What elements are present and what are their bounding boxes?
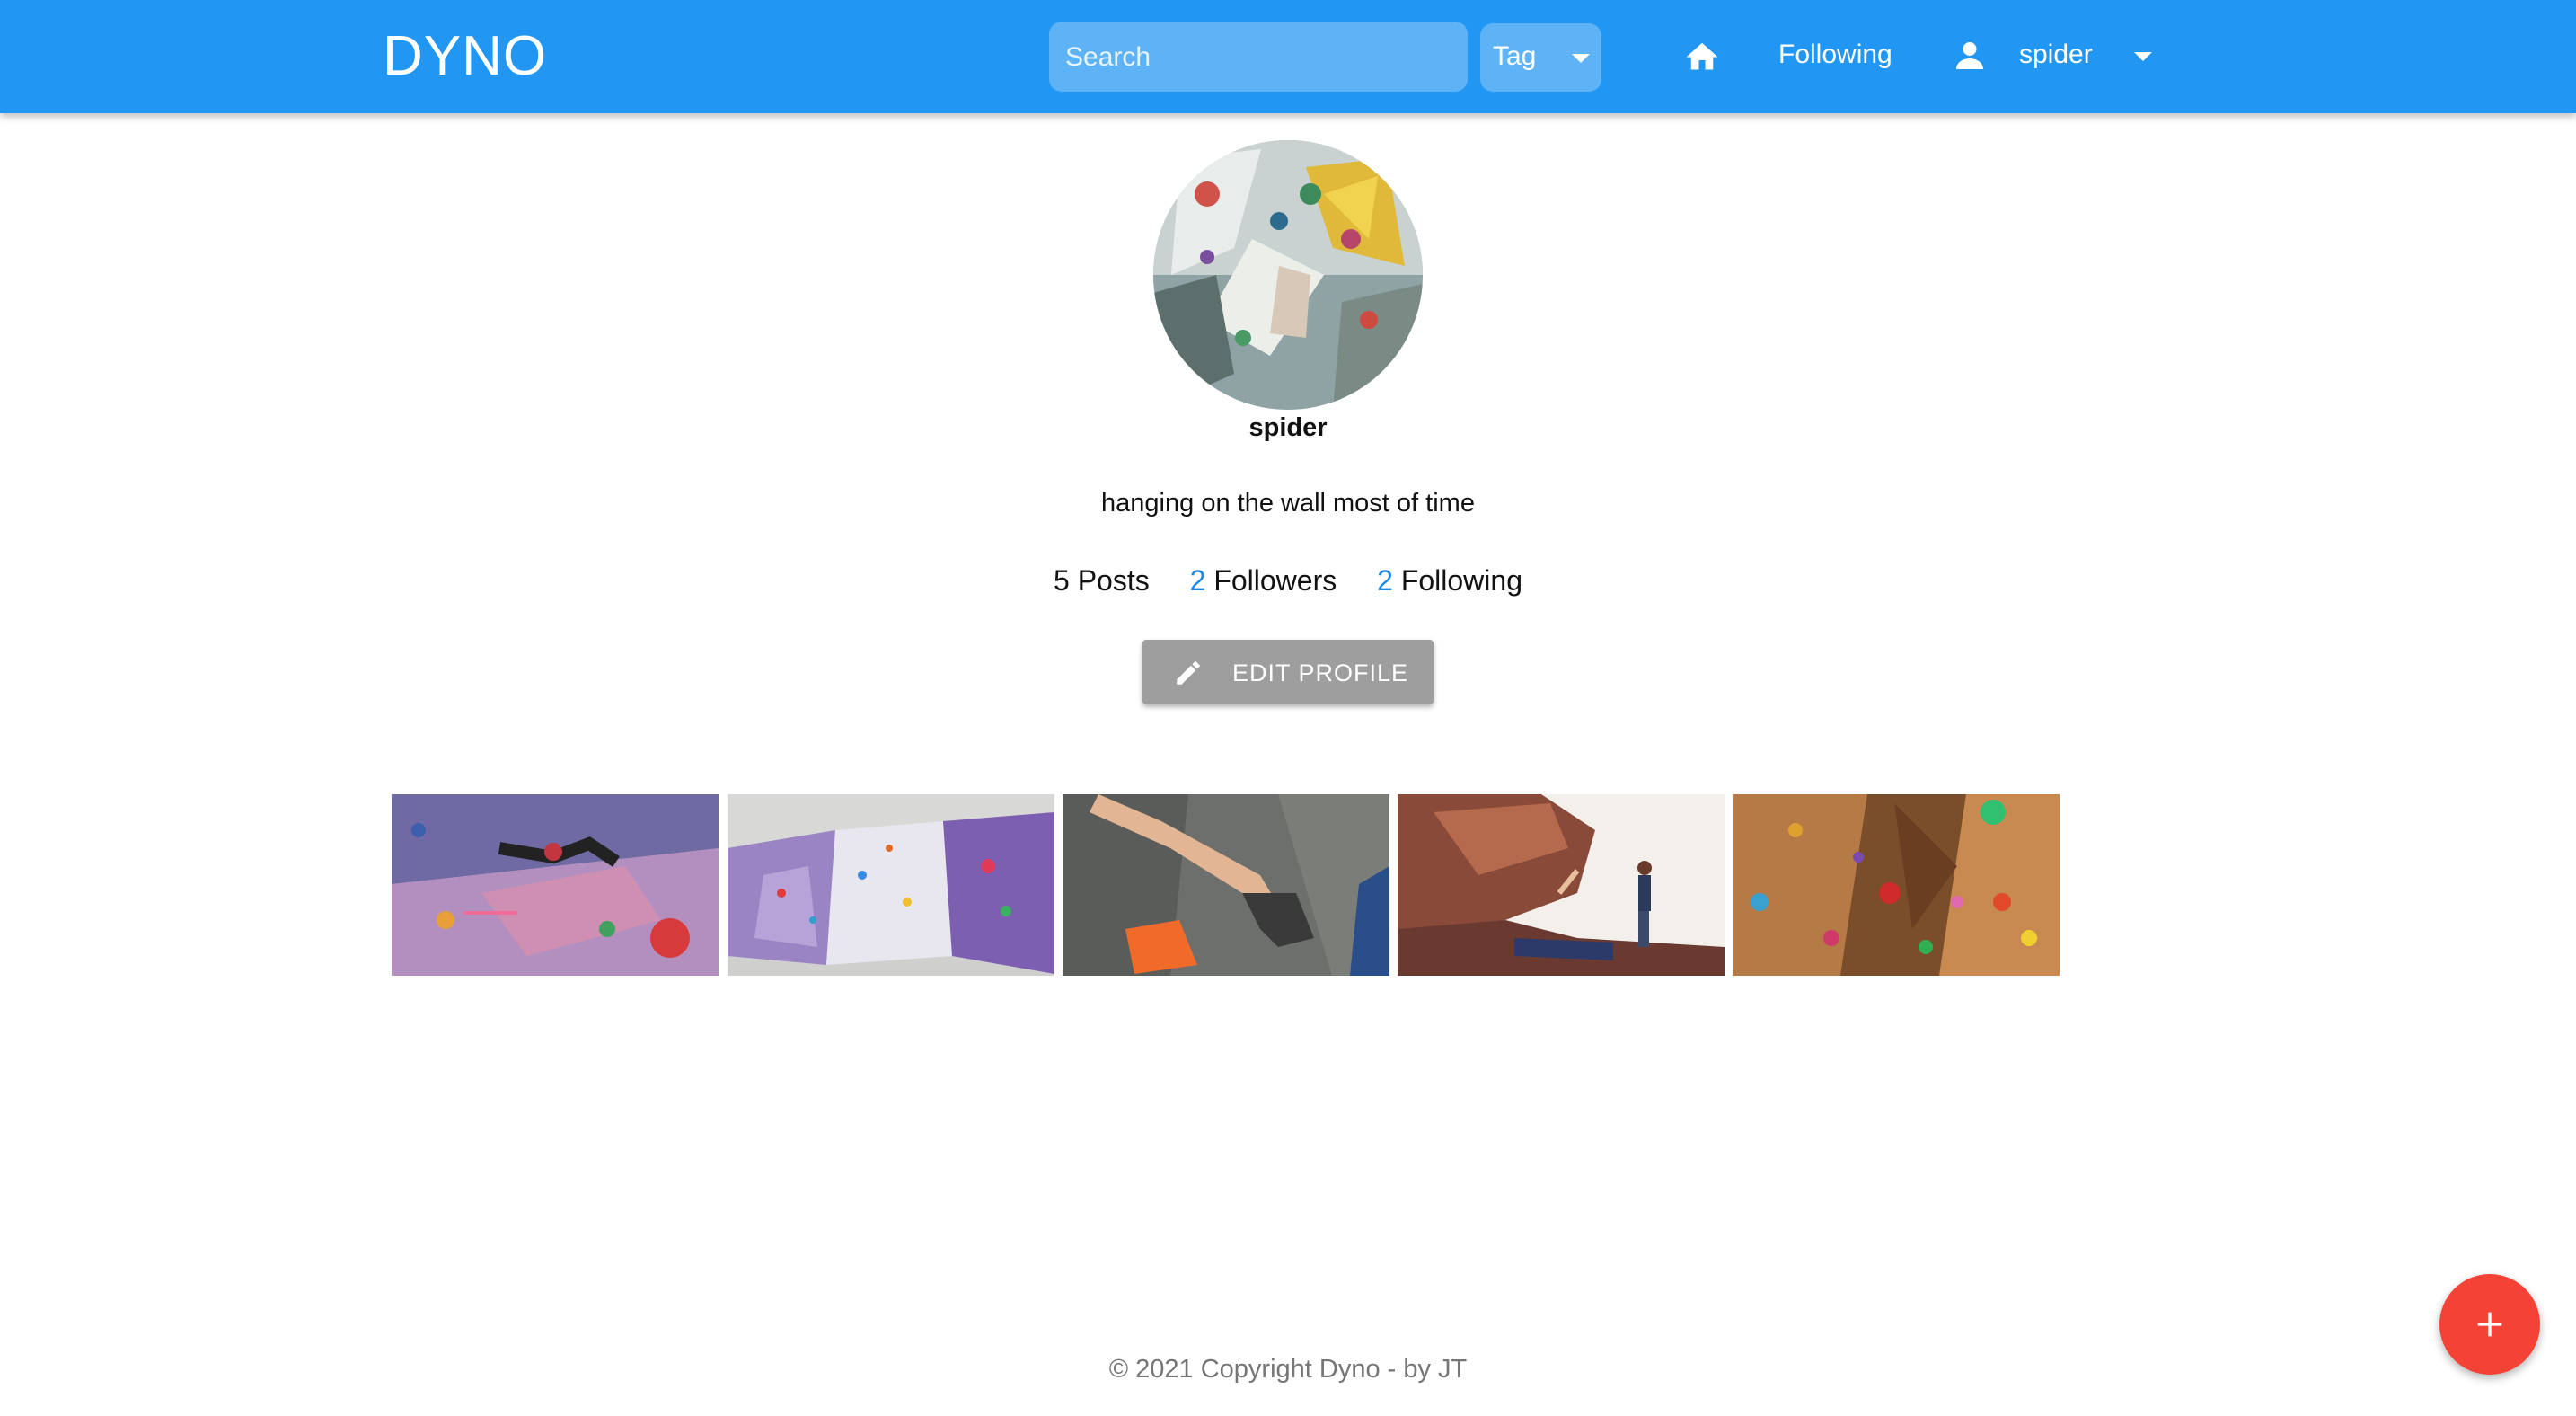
brand-logo[interactable]: DYNO	[383, 23, 547, 90]
profile-stats: 5 Posts 2 Followers 2 Following	[0, 564, 2576, 597]
chevron-down-icon[interactable]	[2134, 52, 2152, 61]
plus-icon	[2477, 1312, 2502, 1337]
search-field[interactable]	[1049, 22, 1471, 93]
edit-profile-label: EDIT PROFILE	[1232, 659, 1409, 686]
post-thumbnail[interactable]	[392, 794, 719, 976]
post-thumbnail[interactable]	[1733, 794, 2060, 976]
posts-label: Posts	[1077, 564, 1150, 597]
footer-copyright: © 2021 Copyright Dyno - by JT	[1108, 1355, 1468, 1384]
followers-stat[interactable]: 2 Followers	[1190, 564, 1337, 597]
followers-count[interactable]: 2	[1190, 564, 1206, 597]
followers-label[interactable]: Followers	[1213, 564, 1337, 597]
posts-count: 5	[1054, 564, 1070, 597]
tag-select-value: Tag	[1493, 41, 1537, 71]
nav-following-link[interactable]: Following	[1778, 40, 1892, 70]
tag-select[interactable]: Tag	[1480, 23, 1601, 92]
pencil-icon	[1177, 661, 1200, 685]
profile-username: spider	[1248, 413, 1328, 442]
add-post-button[interactable]	[2439, 1274, 2540, 1375]
post-thumbnail[interactable]	[1398, 794, 1725, 976]
posts-stat: 5 Posts	[1054, 564, 1150, 597]
home-icon[interactable]	[1683, 38, 1721, 70]
avatar	[1153, 140, 1423, 410]
following-count[interactable]: 2	[1377, 564, 1393, 597]
chevron-down-icon	[1572, 54, 1590, 63]
profile-bio: hanging on the wall most of time	[1101, 489, 1475, 518]
search-input[interactable]	[1063, 22, 1471, 93]
post-thumbnail[interactable]	[728, 794, 1054, 976]
app-bar: DYNO Tag Following spider	[0, 0, 2576, 113]
following-label[interactable]: Following	[1401, 564, 1522, 597]
person-icon[interactable]	[1953, 40, 1987, 72]
account-menu-username[interactable]: spider	[2019, 40, 2093, 70]
edit-profile-button[interactable]: EDIT PROFILE	[1142, 640, 1434, 704]
following-stat[interactable]: 2 Following	[1377, 564, 1522, 597]
post-thumbnail[interactable]	[1063, 794, 1389, 976]
